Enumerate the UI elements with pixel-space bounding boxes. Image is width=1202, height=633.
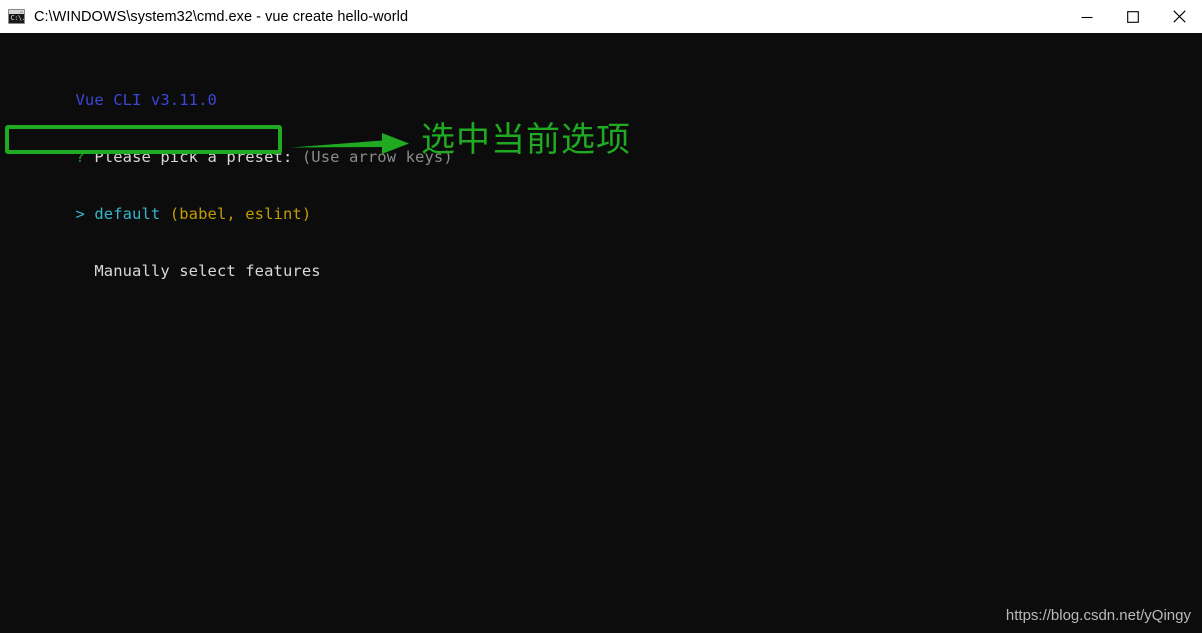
option-default-plugins: (babel, eslint) xyxy=(169,205,312,223)
minimize-icon xyxy=(1081,16,1093,18)
vue-cli-version-text: Vue CLI v3.11.0 xyxy=(75,91,217,109)
close-icon xyxy=(1172,10,1186,23)
minimize-button[interactable] xyxy=(1064,0,1110,33)
terminal-line-version: Vue CLI v3.11.0 xyxy=(0,72,453,109)
terminal-line-option-manual[interactable]: Manually select features xyxy=(0,243,453,280)
prompt-question-mark: ? xyxy=(75,148,95,166)
cmd-window: ▪▪▪ C:\. C:\WINDOWS\system32\cmd.exe - v… xyxy=(0,0,1202,633)
maximize-button[interactable] xyxy=(1110,0,1156,33)
prompt-question-text: Please pick a preset: xyxy=(94,148,302,166)
window-titlebar[interactable]: ▪▪▪ C:\. C:\WINDOWS\system32\cmd.exe - v… xyxy=(0,0,1202,33)
maximize-icon xyxy=(1127,10,1139,23)
cmd-console-icon: ▪▪▪ C:\. xyxy=(8,9,25,24)
close-button[interactable] xyxy=(1156,0,1202,33)
annotation-note-text: 选中当前选项 xyxy=(421,120,631,160)
option-manual-label: Manually select features xyxy=(75,262,321,280)
blog-watermark: https://blog.csdn.net/yQingy xyxy=(1005,607,1191,624)
cmd-icon-prompt-text: C:\. xyxy=(10,14,25,22)
terminal-output-area[interactable]: Vue CLI v3.11.0 ? Please pick a preset: … xyxy=(0,33,1202,633)
window-controls xyxy=(1064,0,1202,33)
terminal-text: Vue CLI v3.11.0 ? Please pick a preset: … xyxy=(0,34,453,300)
option-default-label: > default xyxy=(75,205,170,223)
terminal-line-option-default[interactable]: > default (babel, eslint) xyxy=(0,186,453,223)
window-title: C:\WINDOWS\system32\cmd.exe - vue create… xyxy=(34,8,409,25)
annotation-arrow xyxy=(291,133,409,154)
